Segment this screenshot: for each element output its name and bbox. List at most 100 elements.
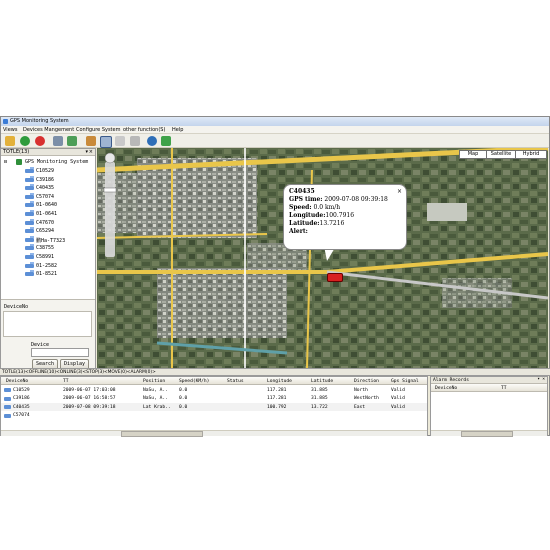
scrollbar-thumb[interactable] xyxy=(461,431,513,437)
tree-item-device[interactable]: 01-8521 xyxy=(1,270,95,279)
device-list-label: DeviceNo xyxy=(4,304,29,310)
ruler-icon[interactable] xyxy=(130,136,140,146)
table-scrollbar[interactable] xyxy=(1,430,427,437)
map-type-map[interactable]: Map xyxy=(459,150,487,159)
tree-item-label: 01-0641 xyxy=(36,211,58,217)
column-header[interactable]: Gps Signal xyxy=(391,379,419,384)
table-cell: Valid xyxy=(391,396,405,401)
column-header[interactable]: Status xyxy=(227,379,244,384)
tools-icon[interactable] xyxy=(53,136,63,146)
app-icon xyxy=(3,119,8,124)
speed-label: Speed: xyxy=(289,204,312,211)
table-cell: 31.885 xyxy=(311,387,328,393)
column-header[interactable]: Longitude xyxy=(267,379,292,384)
menu-other-function[interactable]: other function(S) xyxy=(123,127,165,133)
alarm-col-deviceno[interactable]: DeviceNo xyxy=(435,386,457,391)
table-cell: 117.281 xyxy=(267,387,287,393)
close-icon[interactable]: × xyxy=(397,188,402,196)
expand-icon[interactable]: ⊟ xyxy=(4,159,7,165)
stop-icon[interactable] xyxy=(35,136,45,146)
column-header[interactable]: TT xyxy=(63,379,69,384)
table-cell: 0.0 xyxy=(179,396,188,401)
status-tabs[interactable]: TOTLE(13)<OFFLINE(10)<ONLINE(3)<STOP(3)<… xyxy=(0,368,550,376)
vehicle-marker-icon[interactable] xyxy=(327,273,343,282)
check-icon[interactable] xyxy=(20,136,30,146)
menu-devices-management[interactable]: Devices Mangement xyxy=(23,127,74,133)
popup-device: C40435 xyxy=(289,188,315,195)
pin-icon[interactable]: ▾ xyxy=(537,377,540,382)
tree-item-label: 01-0640 xyxy=(36,202,58,209)
alarm-records-panel: Alarm Records ▾ × DeviceNo TT xyxy=(430,376,548,437)
column-header[interactable]: Direction xyxy=(354,379,379,384)
table-row[interactable]: C57074 xyxy=(1,412,427,420)
pin-icon[interactable]: ▾ xyxy=(85,149,88,155)
tree-item-label: 鹏Ha-T7323 xyxy=(36,237,66,244)
device-search-input[interactable] xyxy=(31,348,89,357)
toolbar xyxy=(1,134,549,148)
home-icon[interactable] xyxy=(5,136,15,146)
close-icon[interactable]: × xyxy=(542,377,545,382)
alarm-panel-title: Alarm Records xyxy=(433,378,469,383)
table-header: DeviceNo TT Position Speed(KM/h) Status Longi… xyxy=(1,377,427,385)
pan-control xyxy=(104,152,116,164)
zoom-icon[interactable] xyxy=(115,136,125,146)
tree-item-label: 01-2582 xyxy=(36,262,58,269)
alarm-scrollbar[interactable] xyxy=(431,430,547,437)
refresh-icon[interactable] xyxy=(161,136,171,146)
vehicle-icon xyxy=(25,192,34,199)
vehicle-icon xyxy=(4,388,11,392)
table-row[interactable]: C40435 2009-07-08 09:39:18 Lat Krab.. 0.0 10… xyxy=(1,403,427,411)
gps-time-label: GPS time: xyxy=(289,196,323,203)
close-icon[interactable]: × xyxy=(89,149,93,155)
map-view[interactable]: Map Satellite Hybrid × C40435 GPS time: … xyxy=(97,148,548,368)
table-cell: 13.722 xyxy=(311,404,328,410)
table-cell: NaSu, A.. xyxy=(143,387,168,393)
menu-help[interactable]: Help xyxy=(172,127,183,133)
longitude-value: 100.7916 xyxy=(325,212,355,219)
device-info-popup: × C40435 GPS time: 2009-07-08 09:39:18 S… xyxy=(283,184,407,250)
tree-item-label: C40435 xyxy=(36,185,55,192)
menu-configure-system[interactable]: Configure System xyxy=(76,127,120,133)
alert-label: Alert: xyxy=(289,228,308,235)
column-header[interactable]: Position xyxy=(143,379,165,384)
column-header[interactable]: DeviceNo xyxy=(6,379,28,384)
table-cell: 2009-06-07 17:03:08 xyxy=(63,387,116,393)
table-cell: 0.0 xyxy=(179,404,188,410)
map-type-hybrid[interactable]: Hybrid xyxy=(515,150,547,159)
vehicle-icon xyxy=(25,167,34,173)
device-panel-title: TOTLE(13) xyxy=(3,149,30,155)
table-row[interactable]: C10529 2009-06-07 17:03:08 NaSu, A.. 0.0 117… xyxy=(1,386,427,394)
vehicle-icon xyxy=(25,184,34,191)
network-icon[interactable] xyxy=(67,136,77,146)
globe-icon[interactable] xyxy=(147,136,157,146)
latitude-value: 13.7216 xyxy=(319,220,345,227)
folder-icon xyxy=(16,159,22,165)
tree-root[interactable]: ⊟ GPS Monitoring System xyxy=(1,158,95,167)
vehicle-icon xyxy=(25,261,34,268)
menu-views[interactable]: Views xyxy=(3,127,17,133)
map-type-satellite[interactable]: Satellite xyxy=(486,150,516,159)
scrollbar-thumb[interactable] xyxy=(121,431,203,437)
status-tabs-text[interactable]: TOTLE(13)<OFFLINE(10)<ONLINE(3)<STOP(3)<… xyxy=(2,370,156,375)
device-status-table: DeviceNo TT Position Speed(KM/h) Status Longi… xyxy=(0,376,428,437)
window-title: GPS Monitoring System xyxy=(10,118,69,124)
table-cell: Lat Krab.. xyxy=(143,404,171,410)
title-bar[interactable]: GPS Monitoring System xyxy=(1,117,549,126)
alarm-col-tt[interactable]: TT xyxy=(501,386,507,391)
device-list-box[interactable] xyxy=(3,311,92,337)
column-header[interactable]: Speed(KM/h) xyxy=(179,379,209,384)
latitude-label: Latitude: xyxy=(289,220,320,227)
table-cell: Valid xyxy=(391,387,405,393)
cursor-icon[interactable] xyxy=(100,136,112,148)
table-cell: East xyxy=(354,404,366,410)
device-search-area: DeviceNo Device Search Display xyxy=(1,299,95,370)
column-header[interactable]: Latitude xyxy=(311,379,333,384)
tree-item-label: C38755 xyxy=(36,245,55,252)
speed-value: 0.0 km/h xyxy=(313,204,341,211)
table-cell: C10529 xyxy=(13,387,30,393)
table-cell: C57074 xyxy=(13,413,30,418)
vehicle-icon xyxy=(4,413,11,418)
vehicle-icon xyxy=(25,227,34,234)
table-row[interactable]: C39186 2009-06-07 16:58:57 NaSu, A.. 0.0 117… xyxy=(1,395,427,403)
camera-icon[interactable] xyxy=(86,136,96,146)
